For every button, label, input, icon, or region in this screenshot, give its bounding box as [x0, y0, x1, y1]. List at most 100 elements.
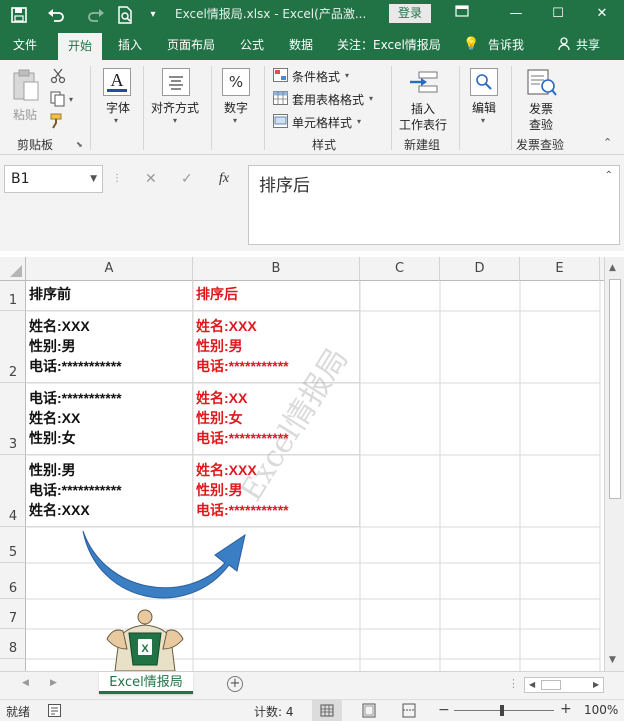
divider	[264, 66, 265, 150]
expand-formula-icon[interactable]: ⌃	[605, 170, 613, 181]
align-icon	[162, 68, 190, 96]
font-color-icon: A	[103, 68, 131, 96]
enter-icon[interactable]: ✓	[181, 165, 193, 193]
undo-icon[interactable]	[42, 5, 72, 25]
status-ready: 就绪	[6, 705, 31, 719]
next-sheet-icon[interactable]: ▶	[50, 678, 57, 688]
insert-rows-icon	[410, 71, 438, 93]
paste-button[interactable]: 粘贴	[8, 66, 44, 128]
maximize-icon[interactable]: ☐	[544, 4, 572, 24]
chevron-down-icon[interactable]: ▼	[90, 166, 97, 192]
formula-bar: B1 ▼ ⋮ ✕ ✓ fx 排序后 ⌃	[0, 155, 624, 251]
formula-value: 排序后	[259, 176, 310, 196]
ribbon-display-icon[interactable]	[448, 4, 476, 24]
page-break-view-icon[interactable]	[396, 700, 422, 721]
invoice-check-button[interactable]: 发票 查验	[516, 66, 568, 132]
worksheet-grid[interactable]: A B C D E 1 2 3 4 5 6 7 8 排序前 排序后 姓名:XXX…	[0, 251, 624, 671]
scroll-down-icon[interactable]: ▼	[609, 655, 616, 665]
print-preview-icon[interactable]	[115, 5, 135, 25]
cell-styles-icon	[273, 114, 288, 128]
formula-bar-grip-icon: ⋮	[112, 173, 122, 184]
zoom-in-icon[interactable]: +	[560, 701, 572, 717]
cell-a2[interactable]: 姓名:XXX 性别:男 电话:***********	[26, 311, 193, 383]
clipboard-launcher-icon[interactable]: ⬊	[76, 140, 83, 149]
divider	[511, 66, 512, 150]
cell-b4[interactable]: 姓名:XXX 性别:男 电话:***********	[193, 455, 360, 527]
cell-a3[interactable]: 电话:*********** 姓名:XX 性别:女	[26, 383, 193, 455]
cancel-icon[interactable]: ✕	[145, 165, 157, 193]
percent-icon: %	[222, 68, 250, 96]
customize-qat-icon[interactable]: ▾	[145, 5, 161, 25]
table-format-icon	[273, 91, 288, 105]
new-group-label: 新建组	[404, 138, 441, 152]
font-button[interactable]: A 字体 ▾	[98, 66, 138, 130]
login-button[interactable]: 登录	[389, 4, 431, 23]
tab-home[interactable]: 开始	[58, 33, 103, 60]
save-icon[interactable]	[8, 5, 30, 25]
invoice-icon	[527, 69, 557, 96]
sheet-tab[interactable]: Excel情报局	[99, 672, 193, 694]
share-button[interactable]: 共享	[576, 30, 600, 60]
cell-a1[interactable]: 排序前	[26, 281, 193, 311]
macro-record-icon[interactable]	[48, 704, 61, 717]
horizontal-scroll-thumb[interactable]	[541, 680, 561, 690]
tab-split-grip-icon[interactable]: ⋮	[508, 677, 519, 690]
scroll-left-icon[interactable]: ◀	[529, 680, 535, 689]
vertical-scroll-thumb[interactable]	[609, 279, 621, 499]
zoom-out-icon[interactable]: −	[438, 702, 450, 718]
ribbon-tabs: 文件 开始 插入 页面布局 公式 数据 关注：Excel情报局 💡 告诉我 共享	[0, 30, 624, 60]
tab-follow[interactable]: 关注：Excel情报局	[337, 30, 441, 60]
cell-b3[interactable]: 姓名:XX 性别:女 电话:***********	[193, 383, 360, 455]
cell-a4[interactable]: 性别:男 电话:*********** 姓名:XXX	[26, 455, 193, 527]
copy-icon[interactable]: ▾	[50, 91, 78, 107]
normal-view-icon[interactable]	[312, 700, 342, 721]
clipboard-group-label: 剪贴板	[17, 138, 54, 152]
cell-styles-button[interactable]: 单元格样式 ▾	[273, 113, 373, 131]
vertical-scrollbar[interactable]: ▲ ▼	[604, 257, 624, 671]
divider	[391, 66, 392, 150]
divider	[143, 66, 144, 150]
page-layout-view-icon[interactable]	[356, 700, 382, 721]
name-box[interactable]: B1 ▼	[4, 165, 103, 193]
close-icon[interactable]: ✕	[588, 4, 616, 24]
scroll-up-icon[interactable]: ▲	[609, 263, 616, 273]
zoom-slider-thumb[interactable]	[500, 705, 504, 716]
lightbulb-icon[interactable]: 💡	[463, 30, 479, 60]
zoom-level[interactable]: 100%	[584, 703, 618, 717]
alignment-label: 对齐方式	[151, 101, 200, 115]
font-label: 字体	[106, 101, 131, 115]
tab-insert[interactable]: 插入	[118, 30, 142, 60]
scroll-right-icon[interactable]: ▶	[593, 680, 599, 689]
alignment-button[interactable]: 对齐方式 ▾	[148, 66, 204, 130]
collapse-ribbon-icon[interactable]: ⌃	[603, 136, 612, 149]
tab-formulas[interactable]: 公式	[240, 30, 264, 60]
editing-label: 编辑	[472, 101, 497, 115]
conditional-format-button[interactable]: 条件格式 ▾	[273, 67, 363, 85]
redo-icon[interactable]	[82, 5, 108, 25]
cell-b1[interactable]: 排序后	[193, 281, 360, 311]
editing-button[interactable]: 编辑 ▾	[465, 66, 505, 130]
svg-text:X: X	[141, 643, 149, 655]
tab-data[interactable]: 数据	[289, 30, 313, 60]
excel-hero-image[interactable]: X	[105, 609, 185, 671]
share-icon[interactable]	[558, 30, 570, 60]
format-painter-icon[interactable]	[50, 113, 68, 129]
tab-page-layout[interactable]: 页面布局	[167, 30, 215, 60]
formula-input[interactable]: 排序后 ⌃	[248, 165, 620, 245]
name-box-value: B1	[11, 171, 30, 187]
horizontal-scrollbar[interactable]: ◀ ▶	[524, 677, 604, 693]
tell-me[interactable]: 告诉我	[488, 30, 524, 60]
cut-icon[interactable]	[50, 68, 68, 84]
insert-function-icon[interactable]: fx	[219, 165, 229, 193]
add-sheet-icon[interactable]: +	[227, 676, 243, 692]
number-button[interactable]: % 数字 ▾	[218, 66, 258, 130]
tab-file[interactable]: 文件	[13, 30, 37, 60]
prev-sheet-icon[interactable]: ◀	[22, 678, 29, 688]
cell-b2[interactable]: 姓名:XXX 性别:男 电话:***********	[193, 311, 360, 383]
curved-arrow-shape[interactable]	[75, 523, 275, 613]
search-icon	[470, 68, 498, 96]
insert-sheet-rows-button[interactable]: 插入 工作表行	[396, 66, 454, 132]
format-as-table-button[interactable]: 套用表格格式 ▾	[273, 90, 383, 108]
zoom-slider[interactable]	[454, 705, 554, 716]
minimize-icon[interactable]: —	[502, 4, 530, 24]
